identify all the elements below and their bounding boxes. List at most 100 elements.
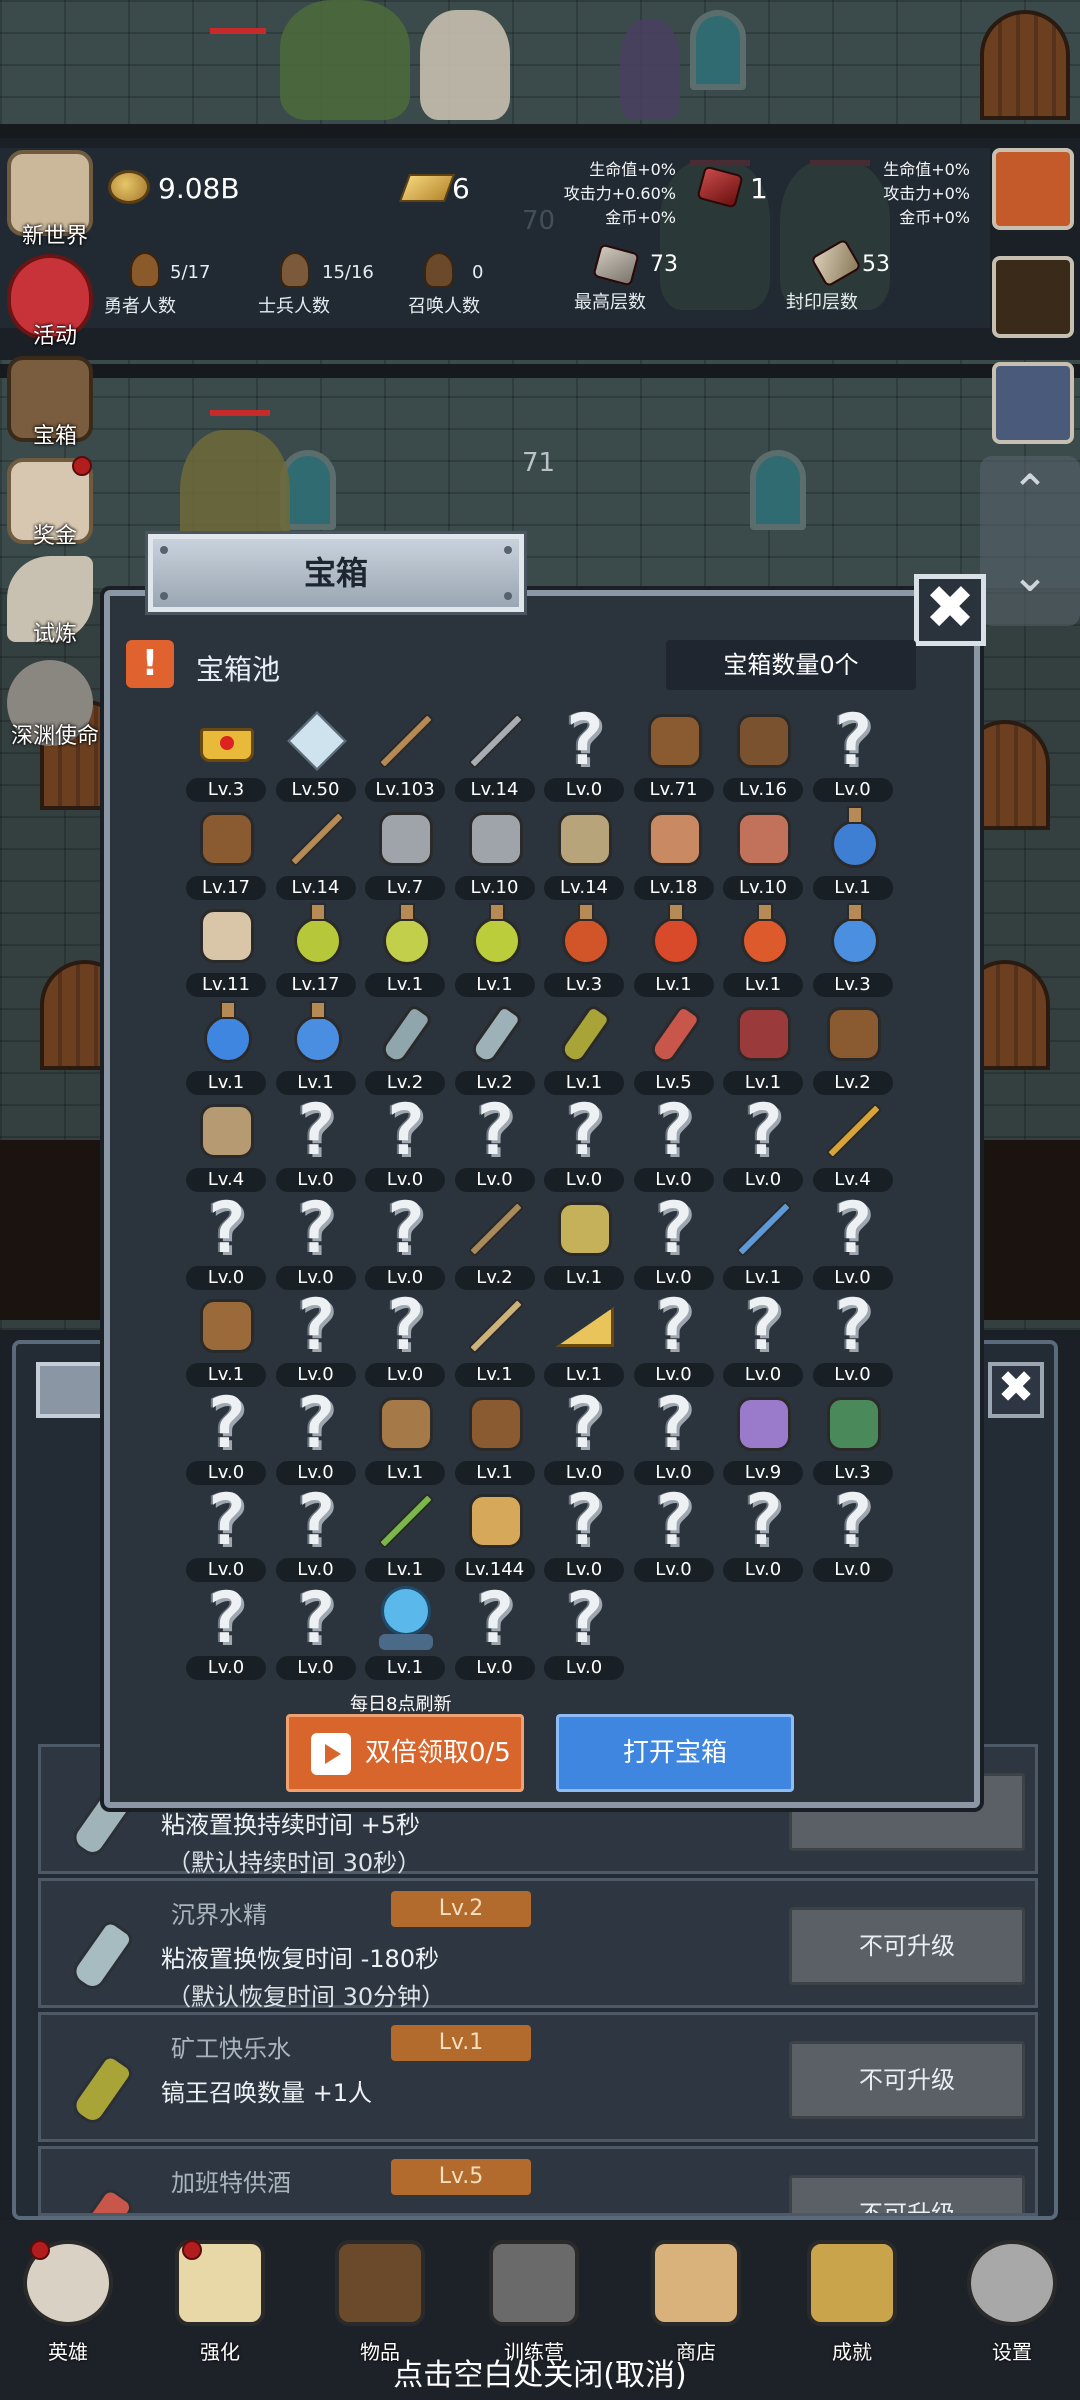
chest-item[interactable]: ? Lv.0 [451, 1582, 539, 1680]
unknown-icon: ? [562, 1479, 606, 1561]
chest-item[interactable]: Lv.1 [451, 899, 539, 997]
chest-item[interactable]: ? Lv.0 [630, 1387, 718, 1485]
close-icon[interactable]: ✖ [914, 574, 986, 646]
chest-item[interactable]: Lv.2 [451, 1192, 539, 1290]
chest-item[interactable]: Lv.1 [361, 1582, 449, 1680]
chest-item[interactable]: ? Lv.0 [182, 1582, 270, 1680]
chest-item[interactable]: Lv.71 [630, 704, 718, 802]
chest-item[interactable]: Lv.1 [540, 997, 628, 1095]
upgrade-button[interactable]: 不可升级 [789, 2041, 1025, 2119]
chest-item[interactable]: Lv.14 [272, 802, 360, 900]
chest-item[interactable]: ? Lv.0 [451, 1094, 539, 1192]
chest-item[interactable]: Lv.2 [361, 997, 449, 1095]
close-icon[interactable]: ✖ [988, 1362, 1044, 1418]
chest-item[interactable]: Lv.1 [182, 997, 270, 1095]
chest-item[interactable]: Lv.10 [719, 802, 807, 900]
chest-item[interactable]: ? Lv.0 [540, 1582, 628, 1680]
chest-item[interactable]: ? Lv.0 [540, 1094, 628, 1192]
upgrade-button[interactable]: 不可升级 [789, 1907, 1025, 1985]
upgrade-default: （默认恢复时间 30分钟） [167, 1983, 446, 2011]
open-chest-button[interactable]: 打开宝箱 [556, 1714, 794, 1792]
chest-item[interactable]: ? Lv.0 [272, 1484, 360, 1582]
chest-item[interactable]: ? Lv.0 [809, 1192, 897, 1290]
chest-item[interactable]: Lv.1 [809, 802, 897, 900]
chest-item[interactable]: ? Lv.0 [182, 1192, 270, 1290]
chest-item[interactable]: Lv.144 [451, 1484, 539, 1582]
chest-item[interactable]: Lv.1 [361, 1484, 449, 1582]
chest-item[interactable]: ? Lv.0 [719, 1484, 807, 1582]
chest-item[interactable]: Lv.1 [451, 1387, 539, 1485]
chest-item[interactable]: ? Lv.0 [182, 1387, 270, 1485]
chest-item[interactable]: Lv.16 [719, 704, 807, 802]
chest-item[interactable]: Lv.18 [630, 802, 718, 900]
chest-item[interactable]: ? Lv.0 [809, 1484, 897, 1582]
item-level: Lv.1 [365, 973, 445, 997]
chest-item[interactable]: Lv.9 [719, 1387, 807, 1485]
chest-item[interactable]: ? Lv.0 [272, 1192, 360, 1290]
chest-item[interactable]: ? Lv.0 [540, 1484, 628, 1582]
chest-item[interactable]: Lv.3 [182, 704, 270, 802]
chest-item[interactable]: Lv.2 [809, 997, 897, 1095]
chest-item[interactable]: Lv.10 [451, 802, 539, 900]
chest-item[interactable]: Lv.1 [719, 997, 807, 1095]
chest-item[interactable]: Lv.2 [451, 997, 539, 1095]
chest-item[interactable]: ? Lv.0 [719, 1094, 807, 1192]
chevron-up-icon[interactable]: ⌃ [1011, 464, 1050, 518]
chest-item[interactable]: ? Lv.0 [630, 1192, 718, 1290]
dismiss-hint[interactable]: 点击空白处关闭(取消) [0, 2350, 1080, 2394]
chest-item[interactable]: Lv.1 [361, 899, 449, 997]
chest-item[interactable]: ? Lv.0 [540, 1387, 628, 1485]
chest-item[interactable]: Lv.3 [809, 899, 897, 997]
chest-item[interactable]: Lv.1 [451, 1289, 539, 1387]
item-level: Lv.3 [186, 778, 266, 802]
chest-item[interactable]: ? Lv.0 [272, 1387, 360, 1485]
sealed-floor: 53 [862, 252, 890, 277]
floor-scroll-pad[interactable]: ⌃ ⌄ [980, 456, 1080, 626]
chest-item[interactable]: ? Lv.0 [272, 1582, 360, 1680]
refresh-note: 每日8点刷新 [350, 1694, 452, 1715]
chest-item[interactable]: Lv.1 [272, 997, 360, 1095]
chest-item[interactable]: Lv.3 [809, 1387, 897, 1485]
chest-item[interactable]: Lv.50 [272, 704, 360, 802]
chest-item[interactable]: Lv.1 [540, 1192, 628, 1290]
chest-item[interactable]: Lv.1 [630, 899, 718, 997]
chest-item[interactable]: Lv.11 [182, 899, 270, 997]
chest-item[interactable]: ? Lv.0 [182, 1484, 270, 1582]
upgrade-button[interactable]: 不可升级 [789, 2175, 1025, 2213]
chest-item[interactable]: Lv.17 [272, 899, 360, 997]
chest-item[interactable]: Lv.14 [540, 802, 628, 900]
chest-item[interactable]: ? Lv.0 [361, 1094, 449, 1192]
chest-item[interactable]: Lv.1 [719, 899, 807, 997]
unknown-icon: ? [204, 1381, 248, 1464]
item-level: Lv.50 [275, 778, 356, 802]
chest-item[interactable]: Lv.3 [540, 899, 628, 997]
candle-button[interactable] [992, 256, 1074, 338]
treasure-button[interactable] [992, 362, 1074, 444]
chest-item[interactable]: Lv.1 [361, 1387, 449, 1485]
chest-item[interactable]: Lv.17 [182, 802, 270, 900]
chest-item[interactable]: Lv.1 [719, 1192, 807, 1290]
chest-item[interactable]: Lv.4 [182, 1094, 270, 1192]
chest-item[interactable]: ? Lv.0 [630, 1289, 718, 1387]
double-claim-button[interactable]: 双倍领取0/5 [286, 1714, 524, 1792]
chest-item[interactable]: ? Lv.0 [630, 1094, 718, 1192]
chest-item[interactable]: ? Lv.0 [361, 1192, 449, 1290]
chevron-down-icon[interactable]: ⌄ [1011, 548, 1050, 602]
chest-item[interactable]: ? Lv.0 [719, 1289, 807, 1387]
chest-item[interactable]: Lv.5 [630, 997, 718, 1095]
chest-item[interactable]: ? Lv.0 [809, 704, 897, 802]
chest-item[interactable]: Lv.103 [361, 704, 449, 802]
chest-item[interactable]: Lv.1 [182, 1289, 270, 1387]
chest-item[interactable]: Lv.1 [540, 1289, 628, 1387]
chest-item[interactable]: ? Lv.0 [809, 1289, 897, 1387]
chest-item[interactable]: ? Lv.0 [630, 1484, 718, 1582]
summon-count-icon [424, 252, 454, 288]
chest-item[interactable]: ? Lv.0 [361, 1289, 449, 1387]
fire-orb-button[interactable] [992, 148, 1074, 230]
chest-item[interactable]: Lv.4 [809, 1094, 897, 1192]
chest-item[interactable]: Lv.14 [451, 704, 539, 802]
chest-item[interactable]: ? Lv.0 [540, 704, 628, 802]
chest-item[interactable]: ? Lv.0 [272, 1289, 360, 1387]
chest-item[interactable]: ? Lv.0 [272, 1094, 360, 1192]
chest-item[interactable]: Lv.7 [361, 802, 449, 900]
